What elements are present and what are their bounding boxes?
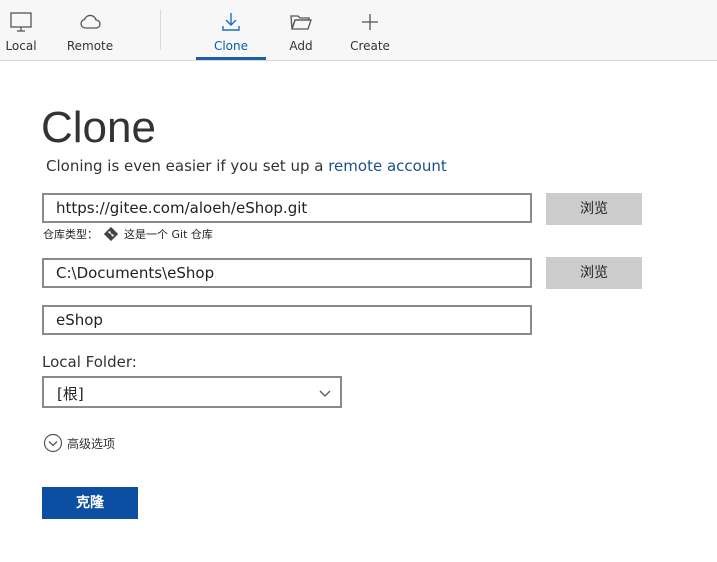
cloud-icon [80,14,101,29]
repo-type-label: 仓库类型： [43,228,98,241]
toolbar-divider [160,10,161,50]
advanced-options-toggle[interactable]: 高级选项 [43,433,115,453]
active-tab-indicator [196,57,266,60]
subtitle: Cloning is even easier if you set up a r… [46,157,447,175]
local-folder-select[interactable]: [根] [42,376,342,408]
git-icon [104,227,118,241]
tab-add-label: Add [289,39,313,53]
monitor-icon [10,12,32,32]
tab-local-label: Local [5,39,37,53]
browse-source-button[interactable]: 浏览 [546,193,642,225]
local-folder-value: [根] [57,385,84,403]
folder-open-icon [290,15,312,30]
tab-add[interactable]: Add [278,0,324,60]
tab-remote[interactable]: Remote [62,0,118,60]
page-title: Clone [41,103,156,152]
destination-path-input[interactable] [42,258,532,288]
browse-destination-button[interactable]: 浏览 [546,257,642,289]
remote-account-link[interactable]: remote account [328,157,447,175]
download-icon [222,13,240,31]
tab-local[interactable]: Local [0,0,42,60]
tab-create-label: Create [350,39,390,53]
clone-button[interactable]: 克隆 [42,487,138,519]
repo-type-info: 仓库类型： 这是一个 Git 仓库 [43,226,213,242]
chevron-down-icon [319,390,331,397]
source-url-input[interactable] [42,193,532,223]
tab-create[interactable]: Create [344,0,396,60]
tab-clone[interactable]: Clone [196,0,266,60]
tab-clone-label: Clone [213,39,249,53]
name-input[interactable] [42,305,532,335]
tab-remote-label: Remote [66,39,114,53]
advanced-options-label: 高级选项 [67,436,116,451]
local-folder-label: Local Folder: [42,353,137,371]
expand-circle-icon [43,433,63,453]
toolbar: Local Remote Clone Add Create [0,0,717,61]
plus-icon [362,14,378,30]
repo-type-value: 这是一个 Git 仓库 [124,228,213,241]
subtitle-text: Cloning is even easier if you set up a [46,157,329,175]
